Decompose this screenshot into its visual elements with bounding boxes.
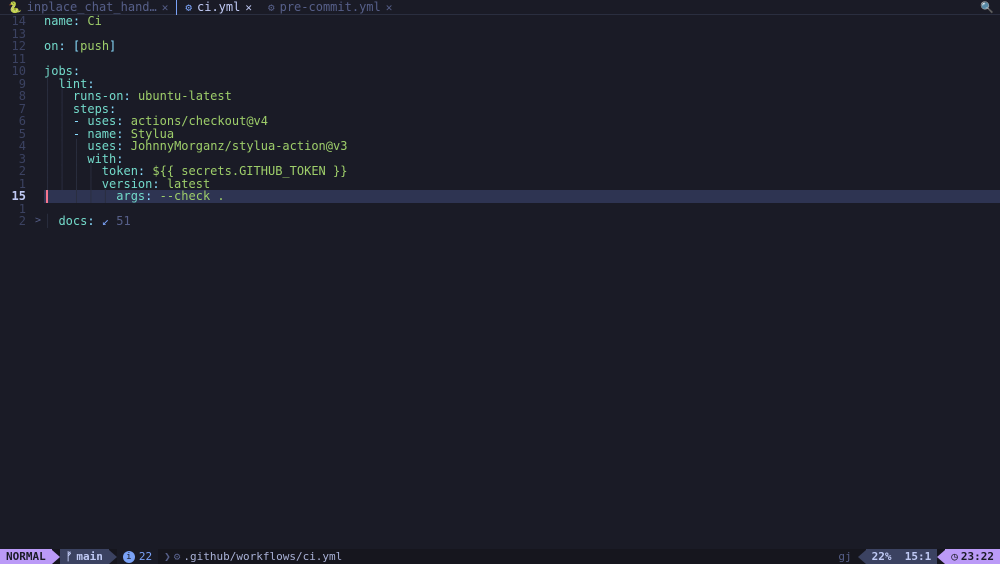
token-punct: : [: [58, 39, 80, 53]
code-line[interactable]: │ docs: ↙ 51: [44, 215, 1000, 228]
gear-icon: ⚙: [185, 1, 192, 14]
token-indent: │ │ │: [44, 189, 116, 203]
code-area[interactable]: name: Cion: [push]jobs:│ lint:│ │ runs-o…: [44, 15, 1000, 549]
token-key: on: [44, 39, 58, 53]
token-fold-arrow: ↙: [102, 214, 109, 228]
separator-icon: [109, 550, 117, 564]
fold-marker: [32, 28, 44, 41]
fold-marker: [32, 40, 44, 53]
code-line[interactable]: │ │ - uses: actions/checkout@v4: [44, 115, 1000, 128]
token-str: Ci: [87, 14, 101, 28]
fold-marker: [32, 78, 44, 91]
line-number: 8: [0, 90, 26, 103]
fold-marker: [32, 15, 44, 28]
token-punct: ]: [109, 39, 116, 53]
line-gutter: 14131211109876543211512: [0, 15, 32, 549]
fold-column: >: [32, 15, 44, 549]
tab-bar: 🐍 inplace_chat_hand… ✕ ⚙ ci.yml ✕ ⚙ pre-…: [0, 0, 1000, 15]
fold-marker: [32, 140, 44, 153]
token-str: JohnnyMorganz/stylua-action@v3: [131, 139, 348, 153]
separator-icon: [858, 550, 866, 564]
tab-label: ci.yml: [197, 0, 240, 14]
code-line[interactable]: name: Ci: [44, 15, 1000, 28]
code-line[interactable]: on: [push]: [44, 40, 1000, 53]
clock: ◷ 23:22: [945, 549, 1000, 564]
tab-label: inplace_chat_hand…: [27, 0, 157, 14]
line-number: 4: [0, 140, 26, 153]
status-line: NORMAL ᚠ main i 22 ❯ ⚙ .github/workflows…: [0, 549, 1000, 564]
path-text: .github/workflows/ci.yml: [183, 550, 342, 563]
gear-icon: ⚙: [174, 550, 181, 563]
scroll-percent: 22% 15:1: [866, 549, 938, 564]
encoding: gj: [832, 549, 857, 564]
fold-marker: [32, 115, 44, 128]
diag-count: 22: [139, 550, 152, 563]
code-line[interactable]: jobs:: [44, 65, 1000, 78]
fold-marker: [32, 165, 44, 178]
line-number: 2: [0, 165, 26, 178]
line-number: 14: [0, 15, 26, 28]
branch-name: main: [76, 550, 103, 563]
fold-marker: [32, 203, 44, 216]
token-key: docs: [58, 214, 87, 228]
code-line[interactable]: [44, 203, 1000, 216]
code-line[interactable]: │ │ │ args: --check .: [44, 190, 1000, 203]
tab-label: pre-commit.yml: [280, 0, 381, 14]
tab-inplace-chat[interactable]: 🐍 inplace_chat_hand… ✕: [0, 0, 176, 15]
info-icon: i: [123, 551, 135, 563]
separator-icon: [52, 550, 60, 564]
line-number: 10: [0, 65, 26, 78]
file-path: ❯ ⚙ .github/workflows/ci.yml: [158, 549, 348, 564]
token-str: --check .: [160, 189, 225, 203]
token-key: args: [116, 189, 145, 203]
mode-indicator: NORMAL: [0, 549, 52, 564]
python-icon: 🐍: [8, 1, 22, 14]
fold-marker: [32, 153, 44, 166]
close-icon[interactable]: ✕: [386, 1, 393, 14]
token-punct: :: [145, 189, 159, 203]
token-punct: :: [87, 214, 101, 228]
code-line[interactable]: │ │ │ uses: JohnnyMorganz/stylua-action@…: [44, 140, 1000, 153]
token-fold-txt: 51: [109, 214, 131, 228]
gear-icon: ⚙: [268, 1, 275, 14]
token-str: ubuntu-latest: [138, 89, 232, 103]
fold-marker: [32, 178, 44, 191]
time-text: 23:22: [961, 550, 994, 563]
token-punct: :: [123, 89, 137, 103]
branch-icon: ᚠ: [66, 550, 73, 563]
search-icon[interactable]: 🔍: [974, 1, 1000, 14]
fold-marker: [32, 103, 44, 116]
git-branch: ᚠ main: [60, 549, 109, 564]
code-line[interactable]: [44, 28, 1000, 41]
clock-icon: ◷: [951, 550, 958, 563]
line-number: 6: [0, 115, 26, 128]
fold-marker: [32, 90, 44, 103]
fold-marker: [32, 190, 44, 203]
line-number: 12: [0, 40, 26, 53]
fold-marker: [32, 65, 44, 78]
token-punct: :: [73, 14, 87, 28]
tab-ci-yml[interactable]: ⚙ ci.yml ✕: [177, 0, 260, 15]
separator-icon: [937, 550, 945, 564]
token-str: push: [80, 39, 109, 53]
close-icon[interactable]: ✕: [162, 1, 169, 14]
code-line[interactable]: │ │ runs-on: ubuntu-latest: [44, 90, 1000, 103]
code-line[interactable]: [44, 53, 1000, 66]
token-key: name: [44, 14, 73, 28]
close-icon[interactable]: ✕: [245, 1, 252, 14]
fold-marker: [32, 128, 44, 141]
fold-marker: [32, 53, 44, 66]
fold-marker[interactable]: >: [32, 215, 44, 228]
line-number: 15: [0, 190, 26, 203]
line-number: 2: [0, 215, 26, 228]
tab-pre-commit[interactable]: ⚙ pre-commit.yml ✕: [260, 0, 400, 15]
chevron-icon: ❯: [164, 550, 171, 563]
diagnostics: i 22: [117, 549, 158, 564]
editor-area[interactable]: 14131211109876543211512 > name: Cion: [p…: [0, 15, 1000, 549]
token-indent: │: [44, 214, 58, 228]
